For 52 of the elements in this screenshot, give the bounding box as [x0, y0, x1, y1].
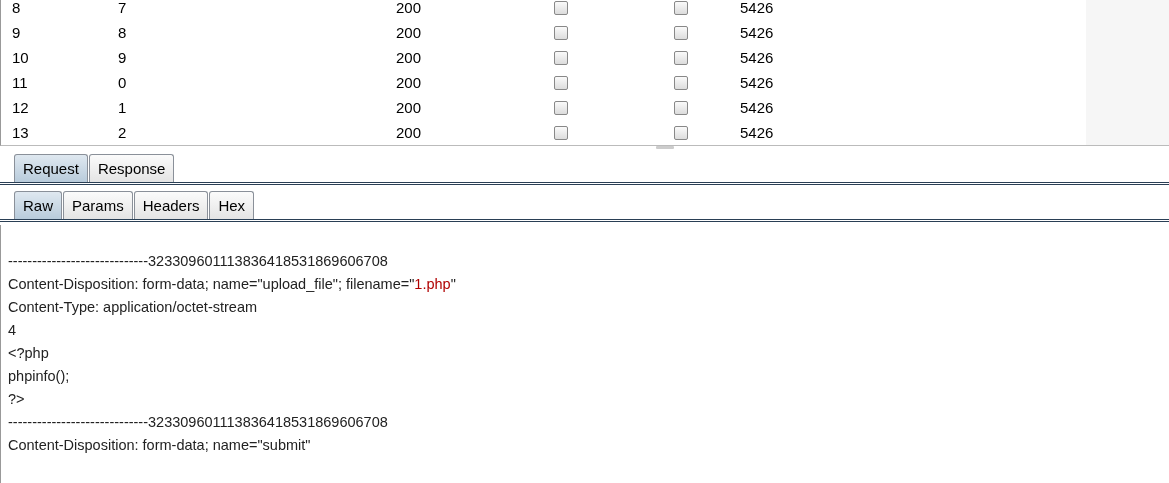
table-cell-text: 200: [396, 24, 423, 41]
tab[interactable]: Raw: [14, 191, 62, 219]
table-cell-text: 9: [118, 49, 128, 66]
table-cell-text: 0: [118, 74, 128, 91]
table-cell-text: 5426: [740, 124, 775, 141]
checkbox[interactable]: [554, 125, 568, 140]
table-cell-text: 10: [12, 49, 30, 66]
table-cell-text: 12: [12, 99, 30, 116]
code-line: Content-Disposition: form-data; name="upload_file"; filename="1.php": [8, 275, 457, 294]
checkbox[interactable]: [554, 50, 568, 65]
code-line: ?>: [8, 390, 26, 409]
checkbox[interactable]: [554, 75, 568, 90]
table-cell-text: 8: [118, 24, 128, 41]
checkbox[interactable]: [674, 100, 688, 115]
table-cell-text: 5426: [740, 99, 775, 116]
code-line: -----------------------------323309601113836418531869606708: [8, 413, 389, 432]
code-line: <?php: [8, 344, 50, 363]
checkbox[interactable]: [554, 100, 568, 115]
code-line: 4: [8, 321, 18, 340]
table-cell-text: 5426: [740, 24, 775, 41]
table-cell-text: 11: [12, 74, 29, 91]
split-handle[interactable]: [655, 146, 674, 149]
tab[interactable]: Params: [63, 191, 133, 219]
code-line: phpinfo();: [8, 367, 71, 386]
code-line: -----------------------------323309601113836418531869606708: [8, 252, 389, 271]
checkbox[interactable]: [674, 75, 688, 90]
checkbox[interactable]: [674, 125, 688, 140]
tab[interactable]: Response: [88, 154, 175, 182]
table-cell-text: 13: [12, 124, 30, 141]
code-line: Content-Disposition: form-data; name="submit": [8, 436, 312, 455]
checkbox[interactable]: [674, 50, 688, 65]
table-cell-text: 5426: [740, 49, 775, 66]
checkbox[interactable]: [674, 0, 688, 15]
table-cell-text: 200: [396, 124, 423, 141]
table-cell-text: 2: [118, 124, 128, 141]
tab[interactable]: Hex: [209, 191, 255, 219]
table-cell-text: 5426: [740, 74, 775, 91]
table-cell-text: 200: [396, 74, 423, 91]
table-cell-text: 200: [396, 99, 423, 116]
table-cell-text: 8: [12, 0, 22, 16]
code-line: Content-Type: application/octet-stream: [8, 298, 259, 317]
table-cell-text: 7: [118, 0, 128, 16]
table-cell-text: 200: [396, 49, 423, 66]
checkbox[interactable]: [554, 25, 568, 40]
checkbox[interactable]: [674, 25, 688, 40]
table-cell-text: 5426: [740, 0, 775, 16]
table-cell-text: 200: [396, 0, 423, 16]
tab[interactable]: Headers: [133, 191, 209, 219]
tab[interactable]: Request: [14, 154, 88, 182]
checkbox[interactable]: [554, 0, 568, 15]
table-cell-text: 1: [118, 99, 128, 116]
table-cell-text: 9: [12, 24, 22, 41]
